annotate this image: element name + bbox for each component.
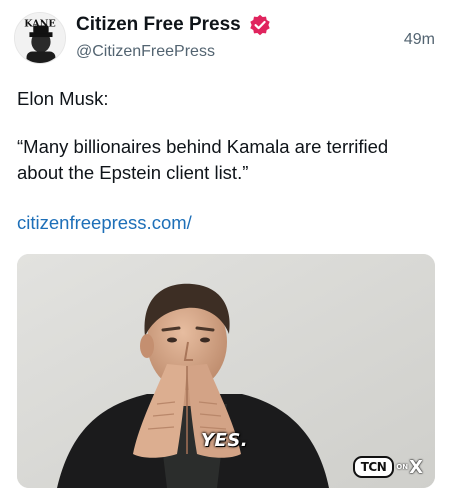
watermark-on-text: ON <box>396 463 409 471</box>
post: KANE Citizen Free Press @CitizenFreePres… <box>0 0 452 500</box>
post-text-line: Elon Musk: <box>17 88 109 109</box>
x-logo-icon: X <box>409 456 423 478</box>
avatar-text: KANE <box>24 18 56 29</box>
post-timestamp[interactable]: 49m <box>404 31 435 49</box>
watermark-badge: TCN <box>352 456 395 478</box>
post-media-video[interactable]: YES. TCN ON X <box>17 254 435 488</box>
author-handle[interactable]: @CitizenFreePress <box>76 43 215 61</box>
video-frame <box>17 254 435 488</box>
video-caption: YES. <box>201 430 249 451</box>
author-display-name[interactable]: Citizen Free Press <box>76 14 241 36</box>
post-text-line: about the Epstein client list.” <box>17 162 249 183</box>
post-text-line: “Many billionaires behind Kamala are ter… <box>17 136 389 157</box>
verified-badge-icon <box>249 14 271 36</box>
post-link[interactable]: citizenfreepress.com/ <box>17 209 192 237</box>
avatar-image: KANE <box>15 13 65 63</box>
video-watermark: TCN ON X <box>352 456 423 478</box>
author-avatar[interactable]: KANE <box>14 12 66 64</box>
